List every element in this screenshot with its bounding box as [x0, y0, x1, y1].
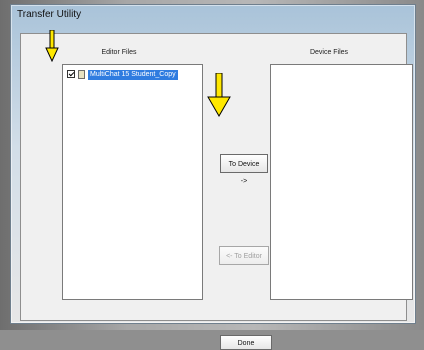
- device-files-label: Device Files: [309, 49, 349, 56]
- title-bar[interactable]: Transfer Utility: [11, 5, 415, 27]
- editor-file-label: MultiChat 15 Student_Copy: [88, 70, 178, 80]
- file-checkbox[interactable]: [67, 70, 75, 78]
- transfer-utility-window: Transfer Utility Editor Files Device Fil…: [10, 4, 416, 350]
- to-device-button[interactable]: To Device ->: [220, 154, 268, 185]
- document-icon: [78, 70, 85, 79]
- device-files-list[interactable]: [270, 64, 413, 300]
- window-title: Transfer Utility: [17, 9, 82, 20]
- done-button[interactable]: Done: [220, 335, 272, 350]
- editor-files-list[interactable]: MultiChat 15 Student_Copy: [62, 64, 203, 300]
- annotation-arrow-center: [207, 73, 231, 117]
- to-editor-button[interactable]: <- To Editor: [219, 246, 269, 265]
- editor-file-item[interactable]: MultiChat 15 Student_Copy: [67, 70, 185, 80]
- annotation-arrow-left: [45, 30, 59, 62]
- editor-files-label: Editor Files: [101, 49, 137, 56]
